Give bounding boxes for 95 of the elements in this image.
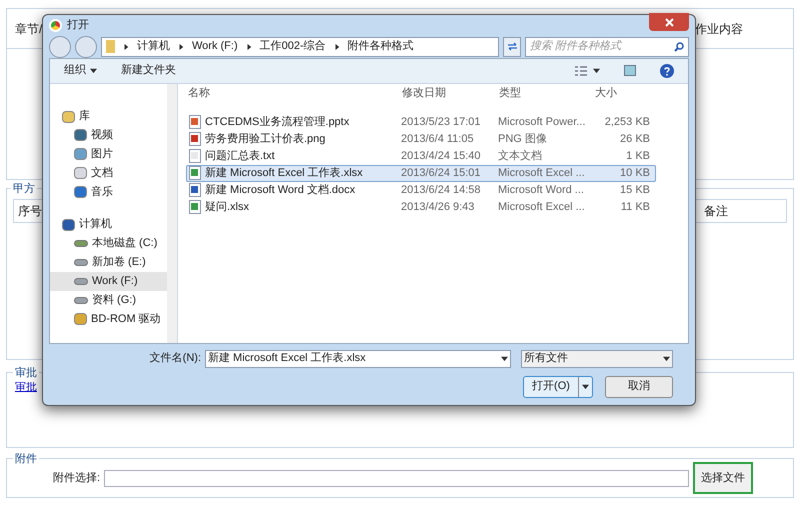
file-date: 2013/6/24 15:01 [401,166,482,181]
nav-item[interactable]: 新加卷 (E:) [50,252,167,272]
view-button[interactable] [575,66,600,76]
breadcrumb-item[interactable]: 附件各种格式 [348,38,414,55]
file-name: CTCEDMS业务流程管理.pptx [205,114,350,130]
dropdown-icon [663,355,670,362]
chevron-icon [178,44,184,50]
nav-item[interactable]: 资料 (G:) [50,290,167,310]
refresh-icon [506,42,518,51]
nav-item[interactable]: BD-ROM 驱动 [50,310,167,329]
nav-item[interactable]: 文档 [50,164,167,183]
list-view-icon [575,66,587,76]
breadcrumb-item[interactable]: 计算机 [137,38,170,55]
file-icon [189,200,201,214]
section-title: 审批 [13,365,39,382]
file-icon [189,115,201,130]
file-date: 2013/6/4 11:05 [401,132,475,147]
file-type: PNG 图像 [498,132,548,147]
file-row[interactable]: 劳务费用验工计价表.png 2013/6/4 11:05 PNG 图像 26 KB [186,130,656,148]
file-size: 15 KB [619,182,650,198]
file-size: 1 KB [625,148,650,164]
open-button[interactable]: 打开(O) [523,376,593,398]
field-label: 附件选择: [53,470,100,486]
chevron-icon [334,44,340,50]
nav-item[interactable]: 本地磁盘 (C:) [50,234,167,253]
close-button[interactable] [649,13,689,32]
nav-item[interactable]: 音乐 [50,182,167,202]
column-header: 作业内容 [695,20,744,38]
caret-icon [593,67,600,74]
file-date: 2013/5/23 17:01 [401,114,482,130]
file-type: Microsoft Excel ... [498,200,586,215]
window-title: 打开 [67,18,89,33]
column-header[interactable]: 名称 [186,85,400,102]
file-date: 2013/4/26 9:43 [401,200,476,215]
file-icon [189,149,201,164]
file-row[interactable]: CTCEDMS业务流程管理.pptx 2013/5/23 17:01 Microsoft Power... 2,253 KB [186,114,656,131]
nav-item[interactable]: 库 [50,108,177,126]
nav-item[interactable]: 图片 [50,144,167,164]
close-icon [664,18,674,27]
nav-item[interactable]: Work (F:) [50,272,167,291]
file-name: 疑问.xlsx [205,200,249,215]
chevron-icon [123,44,129,50]
refresh-button[interactable] [503,36,521,56]
nav-item[interactable]: 计算机 [50,216,177,234]
drive-icon [74,296,88,304]
address-bar[interactable]: 计算机 Work (F:) 工作002-综合 附件各种格式 [101,36,499,56]
file-icon [189,183,201,198]
column-header[interactable]: 大小 [593,85,655,102]
preview-pane-icon[interactable] [624,65,636,76]
cancel-button[interactable]: 取消 [605,376,673,398]
file-row[interactable]: 新建 Microsoft Excel 工作表.xlsx 2013/6/24 15:01 Microsoft Excel ... 10 KB [186,164,656,182]
file-icon [189,132,201,146]
file-size: 26 KB [619,132,650,147]
input-field[interactable] [104,470,689,486]
file-type: 文本文档 [498,148,543,164]
file-icon [189,166,201,180]
app-icon [49,18,62,32]
chevron-icon [246,44,252,50]
column-header[interactable]: 类型 [497,85,593,102]
file-size: 2,253 KB [604,114,650,130]
dropdown-icon [501,355,508,362]
file-date: 2013/6/24 14:58 [401,182,482,198]
search-icon [674,42,684,52]
file-name-field[interactable]: 新建 Microsoft Excel 工作表.xlsx [205,350,511,368]
file-name: 劳务费用验工计价表.png [205,132,326,147]
file-type: Microsoft Excel ... [498,166,586,181]
file-type: Microsoft Power... [498,114,586,130]
file-name: 问题汇总表.txt [205,148,275,164]
breadcrumb-item[interactable]: Work (F:) [192,38,238,55]
drive-icon [74,278,88,285]
file-row[interactable]: 疑问.xlsx 2013/4/26 9:43 Microsoft Excel ... 11 KB [186,198,656,216]
file-row[interactable]: 问题汇总表.txt 2013/4/24 15:40 文本文档 1 KB [186,148,656,165]
drive-icon [74,240,88,247]
column-header: 序号 [18,203,42,220]
caret-icon [582,383,589,390]
file-size: 10 KB [619,166,650,181]
file-name: 新建 Microsoft Excel 工作表.xlsx [205,166,363,181]
caret-icon [90,67,97,74]
new-folder-button[interactable]: 新建文件夹 [121,62,176,79]
nav-item[interactable]: 视频 [50,126,167,145]
file-type: Microsoft Word ... [498,182,585,198]
file-size: 11 KB [620,200,650,215]
choose-file-button[interactable]: 选择文件 [693,462,753,494]
file-name: 新建 Microsoft Word 文档.docx [205,182,356,198]
file-row[interactable]: 新建 Microsoft Word 文档.docx 2013/6/24 14:58 Microsoft Word ... 15 KB [186,182,656,199]
file-date: 2013/4/24 15:40 [401,148,482,164]
help-icon[interactable] [660,64,674,78]
file-type-dropdown[interactable]: 所有文件 [521,350,673,368]
drive-icon [74,258,88,266]
column-header[interactable]: 修改日期 [400,85,497,102]
column-header: 章节/ [15,20,42,38]
breadcrumb-item[interactable]: 工作002-综合 [260,38,326,55]
organize-button[interactable]: 组织 [64,62,97,79]
column-header: 备注 [704,203,729,220]
field-label: 文件名(N): [150,350,201,366]
